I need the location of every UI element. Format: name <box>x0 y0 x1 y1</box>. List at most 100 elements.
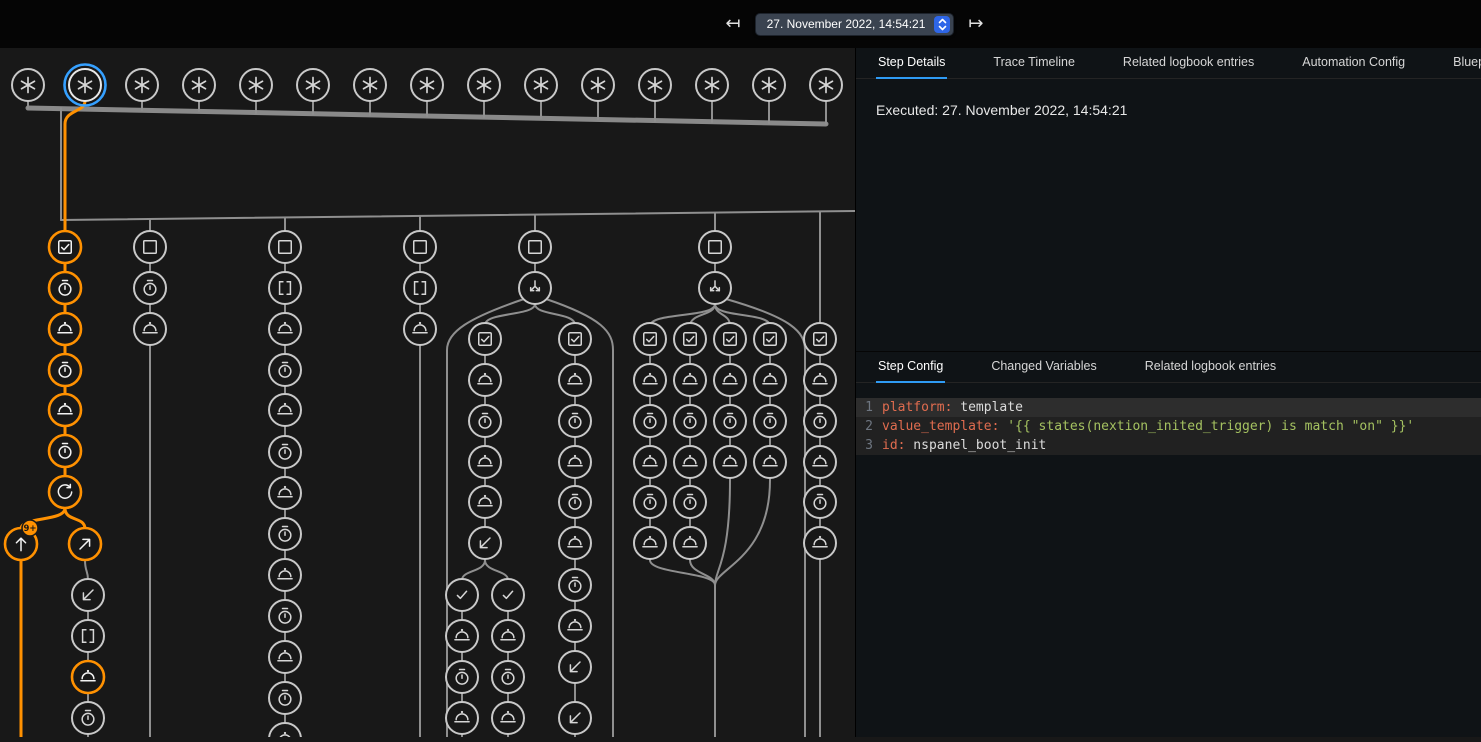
trace-node[interactable] <box>714 323 746 355</box>
trace-node[interactable] <box>269 272 301 304</box>
trace-node[interactable] <box>696 69 728 101</box>
trace-node[interactable] <box>354 69 386 101</box>
trace-node[interactable] <box>65 65 106 106</box>
trace-node[interactable] <box>49 394 81 426</box>
trace-node[interactable] <box>804 405 836 437</box>
trace-node[interactable] <box>714 446 746 478</box>
trace-node[interactable] <box>134 272 166 304</box>
trace-node[interactable] <box>804 527 836 559</box>
trace-node[interactable] <box>714 364 746 396</box>
trace-node[interactable] <box>639 69 671 101</box>
tab-related-logbook-entries[interactable]: Related logbook entries <box>1121 48 1256 79</box>
trace-node[interactable] <box>468 69 500 101</box>
trace-node[interactable] <box>49 231 81 263</box>
tab-step-config[interactable]: Step Config <box>876 352 945 383</box>
trace-node[interactable] <box>810 69 842 101</box>
trace-node[interactable] <box>492 620 524 652</box>
trace-node[interactable] <box>269 313 301 345</box>
trace-node[interactable] <box>404 313 436 345</box>
trace-node[interactable] <box>674 364 706 396</box>
trace-node[interactable] <box>12 69 44 101</box>
trace-node[interactable] <box>754 364 786 396</box>
trace-node[interactable] <box>411 69 443 101</box>
trace-node[interactable] <box>559 405 591 437</box>
trace-node[interactable] <box>269 231 301 263</box>
trace-node[interactable] <box>754 446 786 478</box>
trace-node[interactable] <box>492 579 524 611</box>
trace-node[interactable] <box>519 272 551 304</box>
trace-node[interactable] <box>269 600 301 632</box>
trace-node[interactable] <box>559 527 591 559</box>
trace-node[interactable] <box>269 641 301 673</box>
trace-node[interactable] <box>525 69 557 101</box>
trace-node[interactable] <box>559 446 591 478</box>
trace-node[interactable] <box>559 569 591 601</box>
trace-node[interactable] <box>582 69 614 101</box>
next-trace-button[interactable]: ↦ <box>968 15 983 33</box>
trace-node[interactable] <box>753 69 785 101</box>
trace-node[interactable] <box>492 661 524 693</box>
trace-node[interactable] <box>240 69 272 101</box>
trace-node[interactable] <box>634 527 666 559</box>
trace-node[interactable] <box>446 702 478 734</box>
trace-node[interactable] <box>804 364 836 396</box>
trace-node[interactable] <box>674 486 706 518</box>
trace-node[interactable] <box>634 486 666 518</box>
trace-node[interactable] <box>404 272 436 304</box>
trace-node[interactable] <box>519 231 551 263</box>
trace-node[interactable] <box>492 702 524 734</box>
trace-node[interactable] <box>134 231 166 263</box>
trace-node[interactable] <box>754 405 786 437</box>
trace-node[interactable] <box>269 477 301 509</box>
trace-node[interactable] <box>134 313 166 345</box>
trace-node[interactable]: 9+ <box>5 520 38 560</box>
trace-node[interactable] <box>72 579 104 611</box>
trace-node[interactable] <box>804 446 836 478</box>
trace-node[interactable] <box>559 364 591 396</box>
trace-node[interactable] <box>446 579 478 611</box>
trace-node[interactable] <box>183 69 215 101</box>
trace-node[interactable] <box>674 405 706 437</box>
trace-node[interactable] <box>469 405 501 437</box>
trace-node[interactable] <box>269 354 301 386</box>
trace-node[interactable] <box>559 486 591 518</box>
trace-node[interactable] <box>269 436 301 468</box>
trace-node[interactable] <box>699 272 731 304</box>
trace-node[interactable] <box>446 661 478 693</box>
trace-node[interactable] <box>49 272 81 304</box>
trace-node[interactable] <box>674 446 706 478</box>
trace-node[interactable] <box>559 610 591 642</box>
trace-node[interactable] <box>49 476 81 508</box>
trace-node[interactable] <box>634 323 666 355</box>
trace-node[interactable] <box>559 702 591 734</box>
trace-node[interactable] <box>72 620 104 652</box>
trace-node[interactable] <box>674 527 706 559</box>
trace-node[interactable] <box>269 723 301 737</box>
tab-changed-variables[interactable]: Changed Variables <box>989 352 1098 383</box>
trace-node[interactable] <box>404 231 436 263</box>
tab-step-details[interactable]: Step Details <box>876 48 947 79</box>
tab-blueprint-config[interactable]: Blueprint Config <box>1451 48 1481 79</box>
trace-date-select[interactable]: 27. November 2022, 14:54:21 <box>755 13 955 36</box>
trace-node[interactable] <box>559 323 591 355</box>
trace-node[interactable] <box>126 69 158 101</box>
previous-trace-button[interactable]: ↤ <box>726 15 741 33</box>
trace-node[interactable] <box>754 323 786 355</box>
trace-node[interactable] <box>269 518 301 550</box>
tab-related-logbook-entries[interactable]: Related logbook entries <box>1143 352 1278 383</box>
trace-node[interactable] <box>469 527 501 559</box>
trace-node[interactable] <box>674 323 706 355</box>
trace-node[interactable] <box>804 323 836 355</box>
trace-node[interactable] <box>559 651 591 683</box>
trace-node[interactable] <box>297 69 329 101</box>
trace-node[interactable] <box>69 528 101 560</box>
trace-node[interactable] <box>714 405 746 437</box>
trace-node[interactable] <box>269 682 301 714</box>
trace-node[interactable] <box>804 486 836 518</box>
trace-node[interactable] <box>634 405 666 437</box>
tab-automation-config[interactable]: Automation Config <box>1300 48 1407 79</box>
trace-node[interactable] <box>72 702 104 734</box>
trace-node[interactable] <box>634 364 666 396</box>
trace-node[interactable] <box>49 313 81 345</box>
trace-node[interactable] <box>469 323 501 355</box>
